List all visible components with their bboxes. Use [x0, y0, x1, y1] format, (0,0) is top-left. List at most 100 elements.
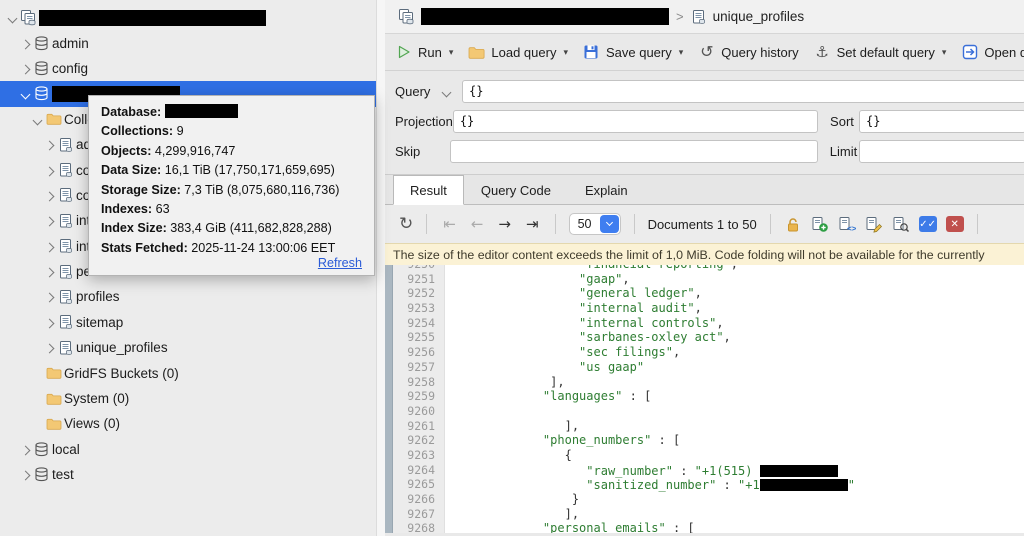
discard-changes-button[interactable]: ✕ [946, 216, 964, 232]
line-number: 9262 [393, 433, 445, 448]
collapse-chevron-icon[interactable] [30, 112, 44, 127]
edit-document-icon[interactable] [865, 215, 883, 233]
button-label: Open query in... [984, 45, 1024, 60]
line-number: 9265 [393, 477, 445, 492]
line-number: 9255 [393, 330, 445, 345]
editor-annotation-strip [385, 265, 393, 533]
line-number: 9257 [393, 360, 445, 375]
expand-chevron-icon[interactable] [42, 163, 56, 178]
limit-input[interactable] [859, 140, 1024, 163]
query-input[interactable] [462, 80, 1024, 103]
result-toolbar: ↻ ⇤ ← → ⇥ 50 Documents 1 to 50 <> ✓✓ ✕ [385, 205, 1024, 243]
code-line: 9267 ], [393, 507, 1024, 522]
view-document-icon[interactable] [892, 215, 910, 233]
dropdown-arrow-icon: ▾ [679, 47, 684, 58]
tree-item-system-0-[interactable]: System (0) [0, 386, 376, 411]
expand-chevron-icon[interactable] [18, 61, 32, 76]
previous-page-icon[interactable]: ← [468, 215, 487, 233]
code-line-text: "raw_number" : "+1(515) [445, 463, 838, 478]
skip-input[interactable] [450, 140, 818, 163]
tree-item-config[interactable]: config [0, 56, 376, 81]
code-line-text: "sanitized_number" : "+1" [445, 477, 855, 492]
tree-item-unique-profiles[interactable]: unique_profiles [0, 335, 376, 360]
code-line: 9252 "general ledger", [393, 286, 1024, 301]
expand-chevron-icon[interactable] [42, 315, 56, 330]
insert-document-json-icon[interactable]: <> [838, 215, 856, 233]
tree-item-gridfs-buckets-0-[interactable]: GridFS Buckets (0) [0, 360, 376, 385]
tooltip-stat-value: 7,3 TiB (8,075,680,116,736) [184, 183, 339, 197]
tree-item-test[interactable]: test [0, 462, 376, 487]
query-dropdown-chevron-icon[interactable] [442, 87, 452, 97]
projection-input[interactable] [453, 110, 818, 133]
tooltip-stat-row: Index Size: 383,4 GiB (411,682,828,288) [101, 219, 362, 238]
apply-changes-button[interactable]: ✓✓ [919, 216, 937, 232]
run-button[interactable]: Run▾ [395, 44, 453, 61]
tab-result[interactable]: Result [393, 175, 464, 205]
first-page-icon[interactable]: ⇤ [440, 215, 459, 233]
tree-item-views-0-[interactable]: Views (0) [0, 411, 376, 436]
line-number: 9254 [393, 316, 445, 331]
set-default-query-button[interactable]: ⚓Set default query▾ [814, 44, 947, 61]
open-query-icon [961, 44, 978, 61]
tooltip-stat-row: Collections: 9 [101, 122, 362, 141]
redacted-connection-name [421, 8, 669, 25]
next-page-icon[interactable]: → [495, 215, 514, 233]
documents-range-label: Documents 1 to 50 [648, 217, 757, 232]
save-query-button[interactable]: Save query▾ [583, 44, 683, 61]
expand-chevron-icon[interactable] [42, 340, 56, 355]
tree-item-local[interactable]: local [0, 437, 376, 462]
expand-chevron-icon[interactable] [18, 442, 32, 457]
unlock-editing-icon[interactable] [784, 215, 802, 233]
code-line-text: "general ledger", [445, 286, 702, 301]
sidebar-scrollbar[interactable] [376, 0, 385, 536]
query-panel: > unique_profiles Run▾Load query▾Save qu… [385, 0, 1024, 536]
tree-item-admin[interactable]: admin [0, 30, 376, 55]
tree-item-label: local [52, 442, 80, 457]
code-line-text [445, 404, 449, 419]
json-result-editor[interactable]: 9250 "financial reporting",9251 "gaap",9… [385, 265, 1024, 533]
collection-icon [57, 136, 74, 153]
tab-query-code[interactable]: Query Code [464, 175, 568, 205]
collection-icon [691, 8, 708, 25]
refresh-results-icon[interactable]: ↻ [399, 214, 413, 234]
collapse-chevron-icon[interactable] [5, 10, 19, 25]
database-icon [33, 60, 50, 77]
collection-icon [57, 314, 74, 331]
code-line: 9263 { [393, 448, 1024, 463]
tree-item-sitemap[interactable]: sitemap [0, 310, 376, 335]
tree-item-connection[interactable] [0, 5, 376, 30]
code-line-text: "financial reporting", [445, 265, 738, 272]
sort-input[interactable] [859, 110, 1024, 133]
load-query-button[interactable]: Load query▾ [468, 44, 568, 61]
button-label: Run [418, 45, 442, 60]
collapse-chevron-icon[interactable] [18, 86, 32, 101]
expand-chevron-icon[interactable] [42, 213, 56, 228]
tooltip-stat-label: Storage Size: [101, 183, 184, 197]
code-line-text: "sarbanes-oxley act", [445, 330, 731, 345]
add-document-icon[interactable] [811, 215, 829, 233]
database-icon [33, 85, 50, 102]
skip-label: Skip [395, 144, 450, 159]
expand-chevron-icon[interactable] [42, 239, 56, 254]
page-size-select[interactable]: 50 [569, 213, 621, 235]
tooltip-stat-value: 2025-11-24 13:00:06 EET [191, 241, 335, 255]
expand-chevron-icon[interactable] [42, 289, 56, 304]
tree-item-label: unique_profiles [76, 340, 168, 355]
refresh-stats-link[interactable]: Refresh [318, 256, 362, 270]
expand-chevron-icon[interactable] [42, 137, 56, 152]
tooltip-stat-label: Data Size: [101, 163, 165, 177]
tab-explain[interactable]: Explain [568, 175, 645, 205]
tree-item-profiles[interactable]: profiles [0, 284, 376, 309]
line-number: 9256 [393, 345, 445, 360]
expand-chevron-icon[interactable] [42, 188, 56, 203]
expand-chevron-icon[interactable] [18, 467, 32, 482]
code-line-text: ], [445, 507, 579, 522]
expand-chevron-icon[interactable] [42, 264, 56, 279]
page-size-chevron-icon [600, 215, 619, 233]
expand-chevron-icon[interactable] [18, 36, 32, 51]
query-form: Query Projection Sort Skip Limit [385, 71, 1024, 174]
open-query-in--button[interactable]: Open query in...▾ [961, 44, 1024, 61]
last-page-icon[interactable]: ⇥ [523, 215, 542, 233]
query-history-button[interactable]: ↺Query history [698, 44, 798, 61]
code-line: 9265 "sanitized_number" : "+1" [393, 477, 1024, 492]
